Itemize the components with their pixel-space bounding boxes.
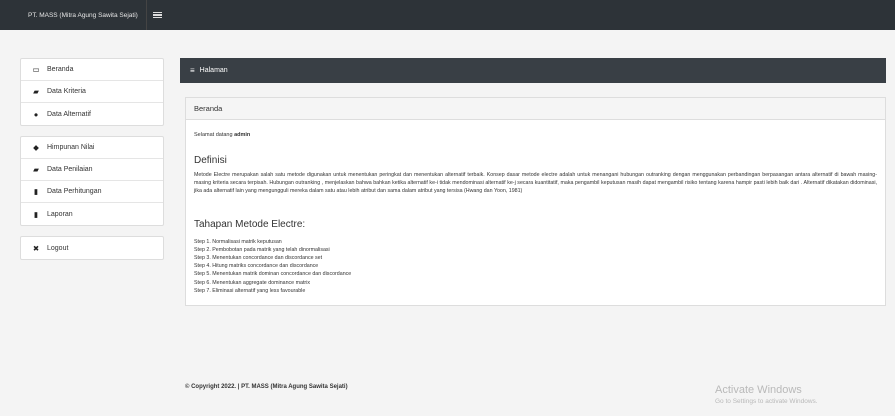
- page-header: ≡ Halaman: [180, 58, 886, 83]
- definisi-heading: Definisi: [194, 154, 227, 166]
- step-item: Step 2. Pembobotan pada matrik yang tela…: [194, 246, 330, 253]
- step-item: Step 3. Menentukan concordance dan disco…: [194, 254, 323, 261]
- sidebar-group-data: ◆ Himpunan Nilai ▰ Data Penilaian ▮ Data…: [20, 136, 164, 226]
- step-item: Step 6. Menentukan aggregate dominance m…: [194, 279, 311, 286]
- sidebar-group-account: ✖ Logout: [20, 236, 164, 260]
- main-content: ≡ Halaman Beranda Selamat datang admin D…: [180, 58, 886, 306]
- book-icon: ▰: [33, 165, 39, 174]
- monitor-icon: ▭: [32, 65, 40, 74]
- sidebar-item-data-penilaian[interactable]: ▰ Data Penilaian: [21, 159, 163, 181]
- sidebar-item-logout[interactable]: ✖ Logout: [21, 237, 163, 259]
- sidebar-item-data-kriteria[interactable]: ▰ Data Kriteria: [21, 81, 163, 103]
- activate-windows-watermark: Activate Windows Go to Settings to activ…: [715, 384, 818, 405]
- sidebar-item-label: Logout: [47, 244, 69, 252]
- sidebar-item-label: Data Kriteria: [47, 88, 86, 95]
- panel-heading: Beranda: [186, 98, 885, 120]
- step-item: Step 7. Eliminasi alternatif yang less f…: [194, 287, 306, 294]
- content-panel: Beranda Selamat datang admin Definisi Me…: [185, 97, 886, 306]
- users-icon: ●: [33, 109, 39, 119]
- watermark-title: Activate Windows: [715, 384, 802, 396]
- sidebar-item-label: Data Perhitungan: [47, 188, 102, 195]
- sidebar-item-label: Laporan: [47, 210, 73, 218]
- page-title: Halaman: [199, 67, 228, 74]
- sidebar-group-main: ▭ Beranda ▰ Data Kriteria ● Data Alterna…: [20, 58, 164, 126]
- definisi-paragraph: Metode Electre merupakan salah satu meto…: [194, 171, 877, 194]
- list-icon: ≡: [190, 66, 195, 75]
- sidebar: ▭ Beranda ▰ Data Kriteria ● Data Alterna…: [20, 58, 164, 270]
- sidebar-item-laporan[interactable]: ▮ Laporan: [21, 203, 163, 225]
- sidebar-item-data-perhitungan[interactable]: ▮ Data Perhitungan: [21, 181, 163, 203]
- bookmark-icon: ▮: [33, 209, 39, 219]
- menu-toggle-button[interactable]: [147, 0, 169, 30]
- sidebar-item-label: Data Penilaian: [47, 166, 93, 173]
- welcome-text: Selamat datang admin: [194, 132, 877, 140]
- steps-list: Step 1. Normalisasi matrik keputusan Ste…: [194, 238, 877, 295]
- hamburger-icon: [153, 11, 163, 19]
- book-icon: ▰: [33, 87, 39, 96]
- welcome-user: admin: [234, 132, 251, 138]
- sidebar-item-beranda[interactable]: ▭ Beranda: [21, 59, 163, 81]
- footer-copyright: © Copyright 2022. | PT. MASS (Mitra Agun…: [185, 384, 348, 390]
- sidebar-item-himpunan-nilai[interactable]: ◆ Himpunan Nilai: [21, 137, 163, 159]
- sidebar-item-label: Beranda: [47, 66, 74, 73]
- close-icon: ✖: [32, 243, 40, 253]
- sidebar-item-label: Data Alternatif: [47, 110, 91, 118]
- step-item: Step 5. Menentukan matrik dominan concor…: [194, 271, 352, 278]
- watermark-subtitle: Go to Settings to activate Windows.: [715, 398, 818, 405]
- tag-icon: ◆: [33, 143, 39, 152]
- brand-name[interactable]: PT. MASS (Mitra Agung Sawita Sejati): [0, 0, 147, 30]
- top-navbar: PT. MASS (Mitra Agung Sawita Sejati): [0, 0, 895, 30]
- panel-body: Selamat datang admin Definisi Metode Ele…: [186, 120, 885, 305]
- welcome-prefix: Selamat datang: [194, 132, 235, 138]
- sidebar-item-data-alternatif[interactable]: ● Data Alternatif: [21, 103, 163, 125]
- sidebar-item-label: Himpunan Nilai: [47, 144, 95, 151]
- bookmark-icon: ▮: [33, 187, 39, 196]
- step-item: Step 4. Hitung matriks concordance dan d…: [194, 263, 319, 270]
- tahapan-heading: Tahapan Metode Electre:: [194, 218, 306, 230]
- step-item: Step 1. Normalisasi matrik keputusan: [194, 238, 282, 245]
